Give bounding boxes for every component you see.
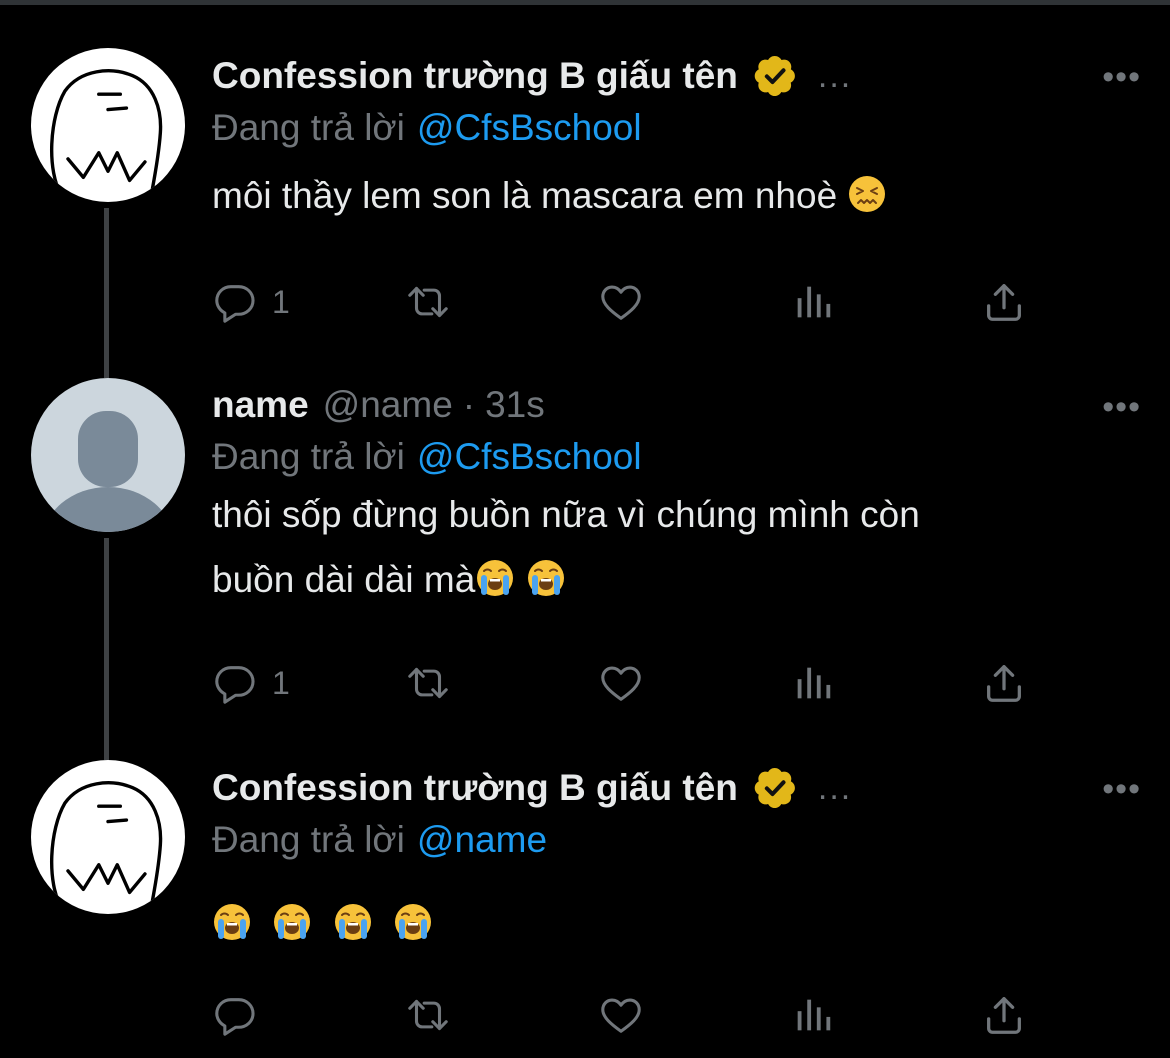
verified-badge-icon[interactable] bbox=[754, 766, 798, 810]
tweet-header: Confession trường B giấu tên ... bbox=[212, 49, 1130, 103]
retweet-button[interactable] bbox=[405, 658, 451, 708]
verified-badge-icon[interactable] bbox=[754, 54, 798, 98]
meme-face-avatar-icon bbox=[31, 48, 185, 202]
more-options-button[interactable]: ••• bbox=[1102, 388, 1141, 427]
name-truncation: ... bbox=[817, 768, 853, 807]
analytics-icon bbox=[790, 992, 836, 1038]
retweet-button[interactable] bbox=[405, 277, 451, 327]
tweet-text-content: môi thầy lem son là mascara em nhoè bbox=[212, 175, 838, 216]
top-divider bbox=[0, 0, 1170, 5]
like-icon bbox=[598, 660, 644, 706]
reply-prefix: Đang trả lời bbox=[212, 436, 405, 477]
share-button[interactable] bbox=[981, 658, 1027, 708]
tweet-text bbox=[212, 891, 1130, 956]
tweet-text-line: thôi sốp đừng buồn nữa vì chúng mình còn bbox=[212, 494, 920, 535]
tweet-actions: 1 bbox=[212, 658, 1062, 708]
loudly-crying-face-emoji-icon bbox=[526, 558, 566, 598]
reply-button[interactable]: 1 bbox=[212, 277, 290, 327]
reply-button[interactable] bbox=[212, 990, 272, 1040]
display-name[interactable]: Confession trường B giấu tên bbox=[212, 767, 738, 809]
name-truncation: ... bbox=[817, 56, 853, 95]
retweet-icon bbox=[405, 992, 451, 1038]
loudly-crying-face-emoji-icon bbox=[475, 558, 515, 598]
tweet-header: Confession trường B giấu tên ... bbox=[212, 761, 1130, 815]
tweet-text-line-2: buồn dài dài mà bbox=[212, 547, 1130, 612]
loudly-crying-face-emoji-icon bbox=[333, 902, 373, 942]
timestamp[interactable]: 31s bbox=[485, 384, 545, 426]
tweet-actions bbox=[212, 990, 1062, 1040]
like-button[interactable] bbox=[598, 658, 644, 708]
share-button[interactable] bbox=[981, 990, 1027, 1040]
more-options-button[interactable]: ••• bbox=[1102, 58, 1141, 97]
user-handle[interactable]: @name bbox=[323, 384, 453, 426]
loudly-crying-face-emoji-icon bbox=[393, 902, 433, 942]
share-icon bbox=[981, 660, 1027, 706]
reply-context: Đang trả lời @CfsBschool bbox=[212, 432, 1130, 482]
tweet-text-line: buồn dài dài mà bbox=[212, 559, 476, 600]
loudly-crying-face-emoji-icon bbox=[272, 902, 312, 942]
reply-prefix: Đang trả lời bbox=[212, 819, 405, 860]
thread-connector bbox=[104, 208, 109, 378]
avatar[interactable] bbox=[31, 760, 185, 914]
reply-prefix: Đang trả lời bbox=[212, 107, 405, 148]
analytics-icon bbox=[790, 660, 836, 706]
analytics-button[interactable] bbox=[790, 990, 836, 1040]
more-options-button[interactable]: ••• bbox=[1102, 770, 1141, 809]
tweet-text: môi thầy lem son là mascara em nhoè bbox=[212, 163, 1130, 228]
reply-icon bbox=[212, 992, 258, 1038]
analytics-button[interactable] bbox=[790, 658, 836, 708]
reply-context: Đang trả lời @name bbox=[212, 815, 1130, 865]
reply-count: 1 bbox=[272, 664, 290, 701]
display-name[interactable]: Confession trường B giấu tên bbox=[212, 55, 738, 97]
avatar[interactable] bbox=[31, 378, 185, 532]
share-icon bbox=[981, 992, 1027, 1038]
reply-button[interactable]: 1 bbox=[212, 658, 290, 708]
retweet-button[interactable] bbox=[405, 990, 451, 1040]
thread-connector bbox=[104, 538, 109, 760]
like-icon bbox=[598, 279, 644, 325]
share-button[interactable] bbox=[981, 277, 1027, 327]
retweet-icon bbox=[405, 279, 451, 325]
tweet-header: name @name · 31s bbox=[212, 378, 1130, 432]
analytics-icon bbox=[790, 279, 836, 325]
share-icon bbox=[981, 279, 1027, 325]
retweet-icon bbox=[405, 660, 451, 706]
reply-icon bbox=[212, 660, 258, 706]
separator: · bbox=[462, 384, 476, 425]
tweet-text: thôi sốp đừng buồn nữa vì chúng mình còn… bbox=[212, 482, 1130, 612]
reply-mention-link[interactable]: @name bbox=[417, 819, 547, 860]
avatar[interactable] bbox=[31, 48, 185, 202]
reply-count: 1 bbox=[272, 283, 290, 320]
reply-icon bbox=[212, 279, 258, 325]
meme-face-avatar-icon bbox=[31, 760, 185, 914]
like-button[interactable] bbox=[598, 277, 644, 327]
reply-context: Đang trả lời @CfsBschool bbox=[212, 103, 1130, 153]
reply-mention-link[interactable]: @CfsBschool bbox=[417, 436, 642, 477]
confounded-face-emoji-icon bbox=[847, 174, 887, 214]
analytics-button[interactable] bbox=[790, 277, 836, 327]
reply-mention-link[interactable]: @CfsBschool bbox=[417, 107, 642, 148]
tweet-actions: 1 bbox=[212, 277, 1062, 327]
display-name[interactable]: name bbox=[212, 384, 309, 426]
like-icon bbox=[598, 992, 644, 1038]
default-profile-icon bbox=[43, 411, 173, 532]
loudly-crying-face-emoji-icon bbox=[212, 902, 252, 942]
like-button[interactable] bbox=[598, 990, 644, 1040]
